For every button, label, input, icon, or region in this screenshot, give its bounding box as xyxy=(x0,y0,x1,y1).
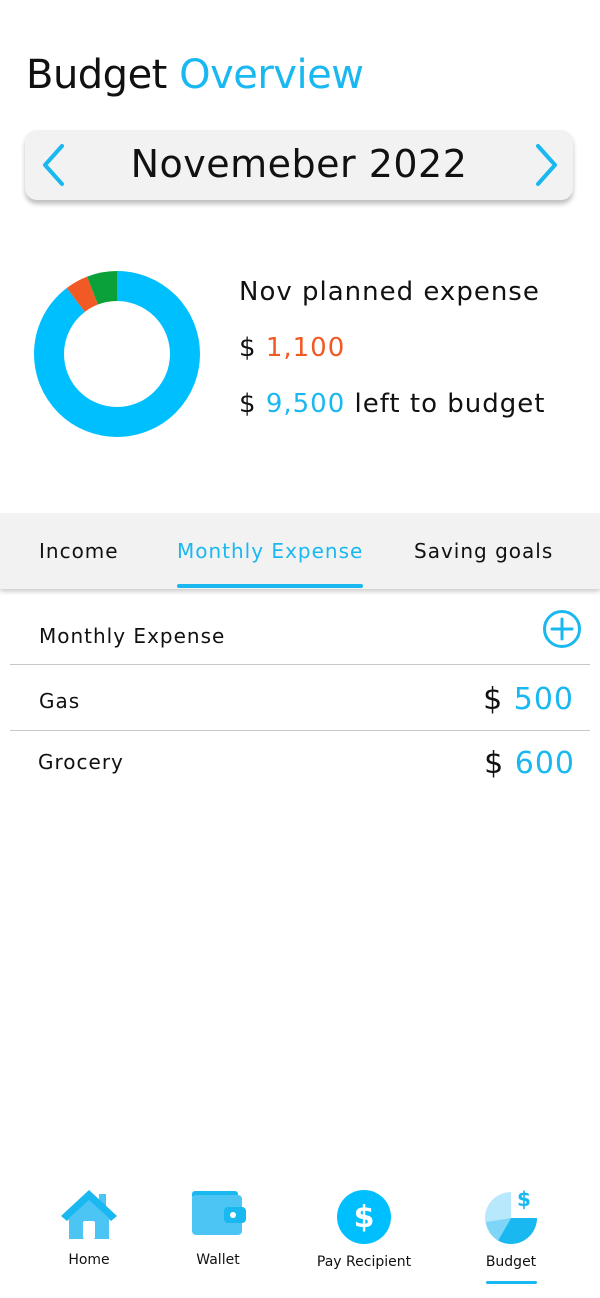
page-title-prefix: Budget xyxy=(26,52,167,98)
budget-donut-chart xyxy=(34,271,200,437)
expense-item-amount[interactable]: $ 600 xyxy=(484,746,575,781)
active-tab-indicator xyxy=(177,584,363,588)
planned-expense-amount: 1,100 xyxy=(265,333,346,363)
wallet-icon xyxy=(192,1191,246,1235)
left-to-budget-label: left to budget xyxy=(354,389,546,419)
left-to-budget-line: $ 9,500 left to budget xyxy=(239,389,545,419)
tab-income[interactable]: Income xyxy=(39,539,119,563)
currency-symbol: $ xyxy=(239,389,257,419)
tab-monthly-expense[interactable]: Monthly Expense xyxy=(177,539,363,563)
expense-amount-value: 500 xyxy=(513,682,574,717)
nav-label: Home xyxy=(68,1252,110,1268)
month-label: Novemeber 2022 xyxy=(130,142,468,186)
tab-saving-goals[interactable]: Saving goals xyxy=(414,539,553,563)
dollar-circle-icon: $ xyxy=(337,1190,391,1244)
currency-symbol: $ xyxy=(484,746,505,781)
chevron-right-icon[interactable] xyxy=(525,142,565,188)
planned-expense-amount-line: $ 1,100 xyxy=(239,333,345,363)
nav-label: Budget xyxy=(485,1254,537,1270)
plus-circle-icon[interactable] xyxy=(542,609,582,649)
expense-item-amount[interactable]: $ 500 xyxy=(483,682,574,717)
svg-text:$: $ xyxy=(354,1200,375,1235)
expense-amount-value: 600 xyxy=(514,746,575,781)
currency-symbol: $ xyxy=(483,682,504,717)
month-selector: Novemeber 2022 xyxy=(25,130,573,200)
donut-segment-remaining xyxy=(34,271,200,437)
left-to-budget-amount: 9,500 xyxy=(265,389,346,419)
page-title: Budget Overview xyxy=(26,52,364,98)
divider xyxy=(10,730,590,731)
svg-text:$: $ xyxy=(517,1187,531,1211)
active-nav-indicator xyxy=(486,1281,537,1284)
tab-bar: Income Monthly Expense Saving goals xyxy=(0,513,600,589)
nav-label: Wallet xyxy=(196,1252,240,1268)
home-icon xyxy=(61,1190,117,1239)
budget-pie-icon: $ xyxy=(485,1187,537,1244)
planned-expense-label: Nov planned expense xyxy=(239,277,540,307)
section-title: Monthly Expense xyxy=(39,624,226,648)
expense-item-label[interactable]: Grocery xyxy=(38,750,124,774)
nav-label: Pay Recipient xyxy=(316,1254,412,1270)
divider xyxy=(10,664,590,665)
expense-item-label[interactable]: Gas xyxy=(39,689,80,713)
currency-symbol: $ xyxy=(239,333,257,363)
page-title-accent: Overview xyxy=(179,52,364,98)
